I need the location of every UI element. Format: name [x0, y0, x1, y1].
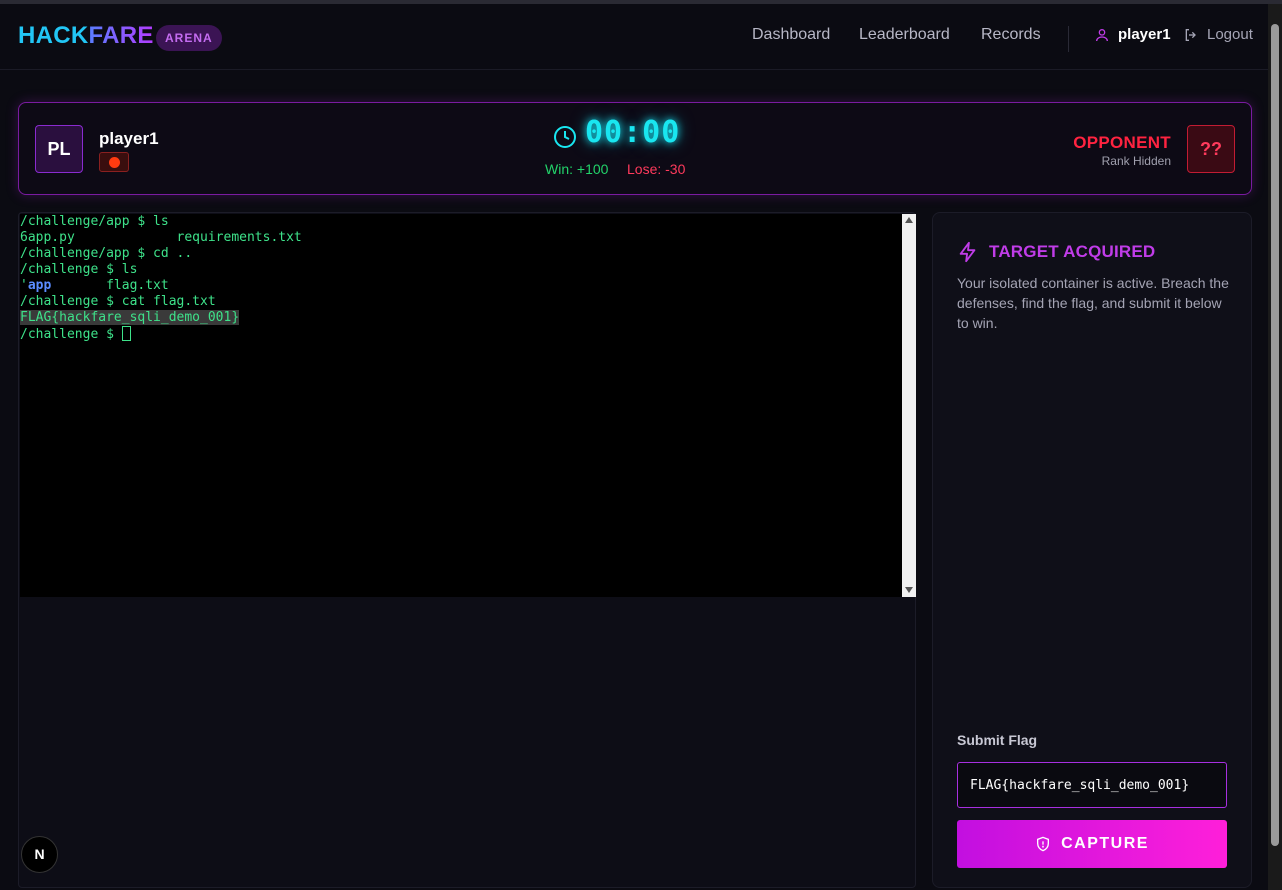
- target-panel: TARGET ACQUIRED Your isolated container …: [932, 212, 1252, 888]
- terminal-line: 6app.py requirements.txt: [20, 230, 302, 245]
- terminal-line-selected: FLAG{hackfare_sqli_demo_001}: [20, 310, 902, 326]
- flag-label: Submit Flag: [957, 732, 1038, 748]
- page-scrollbar[interactable]: [1268, 4, 1282, 890]
- user-icon: [1094, 27, 1110, 43]
- brand-part2: FARE: [88, 22, 154, 49]
- page-scrollbar-thumb[interactable]: [1271, 24, 1279, 846]
- scroll-down-icon[interactable]: [905, 587, 913, 593]
- terminal-quote-char: ': [20, 278, 28, 293]
- clock-icon: [553, 125, 577, 149]
- terminal-line: /challenge/app $ cd ..: [20, 246, 193, 261]
- brand-part1: HACK: [18, 22, 89, 49]
- brand-logo[interactable]: HACKFARE: [18, 22, 154, 50]
- nav-records[interactable]: Records: [981, 26, 1041, 44]
- lightning-icon: [957, 241, 979, 263]
- terminal-line-dir: 'app flag.txt: [20, 278, 902, 294]
- logout-button[interactable]: Logout: [1183, 26, 1253, 43]
- logout-label: Logout: [1207, 26, 1253, 43]
- terminal[interactable]: /challenge/app $ ls 6app.py requirements…: [20, 214, 902, 597]
- top-nav: HACKFARE ARENA Dashboard Leaderboard Rec…: [0, 4, 1268, 70]
- target-title: TARGET ACQUIRED: [957, 241, 1155, 263]
- dev-tools-badge[interactable]: N: [21, 836, 58, 873]
- capture-button[interactable]: CAPTURE: [957, 820, 1227, 868]
- opponent-avatar: ??: [1187, 125, 1235, 173]
- selected-flag-text: FLAG{hackfare_sqli_demo_001}: [20, 310, 240, 325]
- nav-dashboard[interactable]: Dashboard: [752, 26, 830, 44]
- terminal-line: /challenge $ ls: [20, 262, 138, 277]
- win-points: Win: +100: [545, 161, 609, 177]
- lose-points: Lose: -30: [627, 161, 686, 177]
- opponent-rank: Rank Hidden: [1101, 154, 1171, 168]
- target-description: Your isolated container is active. Breac…: [957, 275, 1229, 331]
- target-title-text: TARGET ACQUIRED: [989, 242, 1156, 261]
- terminal-prompt[interactable]: /challenge $: [20, 326, 902, 342]
- status-badge: [99, 152, 129, 172]
- terminal-file-text: flag.txt: [51, 278, 169, 293]
- shield-icon: [1035, 836, 1051, 852]
- prompt-text: /challenge $: [20, 327, 122, 342]
- match-bar: PL player1 00:00 Win: +100 Lose: -30 OPP…: [18, 102, 1252, 195]
- record-dot-icon: [109, 157, 120, 168]
- player-name: player1: [99, 129, 159, 148]
- arena-badge: ARENA: [156, 25, 222, 51]
- flag-input[interactable]: [957, 762, 1227, 808]
- terminal-dir-text: app: [27, 278, 52, 293]
- match-timer: 00:00: [585, 115, 681, 150]
- user-menu[interactable]: player1: [1094, 26, 1171, 43]
- terminal-line: /challenge $ cat flag.txt: [20, 294, 216, 309]
- player-avatar: PL: [35, 125, 83, 173]
- opponent-label: OPPONENT: [1073, 133, 1171, 152]
- username: player1: [1118, 26, 1171, 43]
- nav-leaderboard[interactable]: Leaderboard: [859, 26, 950, 44]
- nav-divider: [1068, 26, 1069, 52]
- terminal-panel: /challenge/app $ ls 6app.py requirements…: [18, 212, 916, 888]
- terminal-cursor: [121, 326, 131, 341]
- logout-icon: [1183, 27, 1199, 43]
- terminal-line: /challenge/app $ ls: [20, 214, 169, 229]
- terminal-scrollbar[interactable]: [902, 214, 916, 597]
- capture-label: CAPTURE: [1061, 835, 1149, 852]
- scroll-up-icon[interactable]: [905, 217, 913, 223]
